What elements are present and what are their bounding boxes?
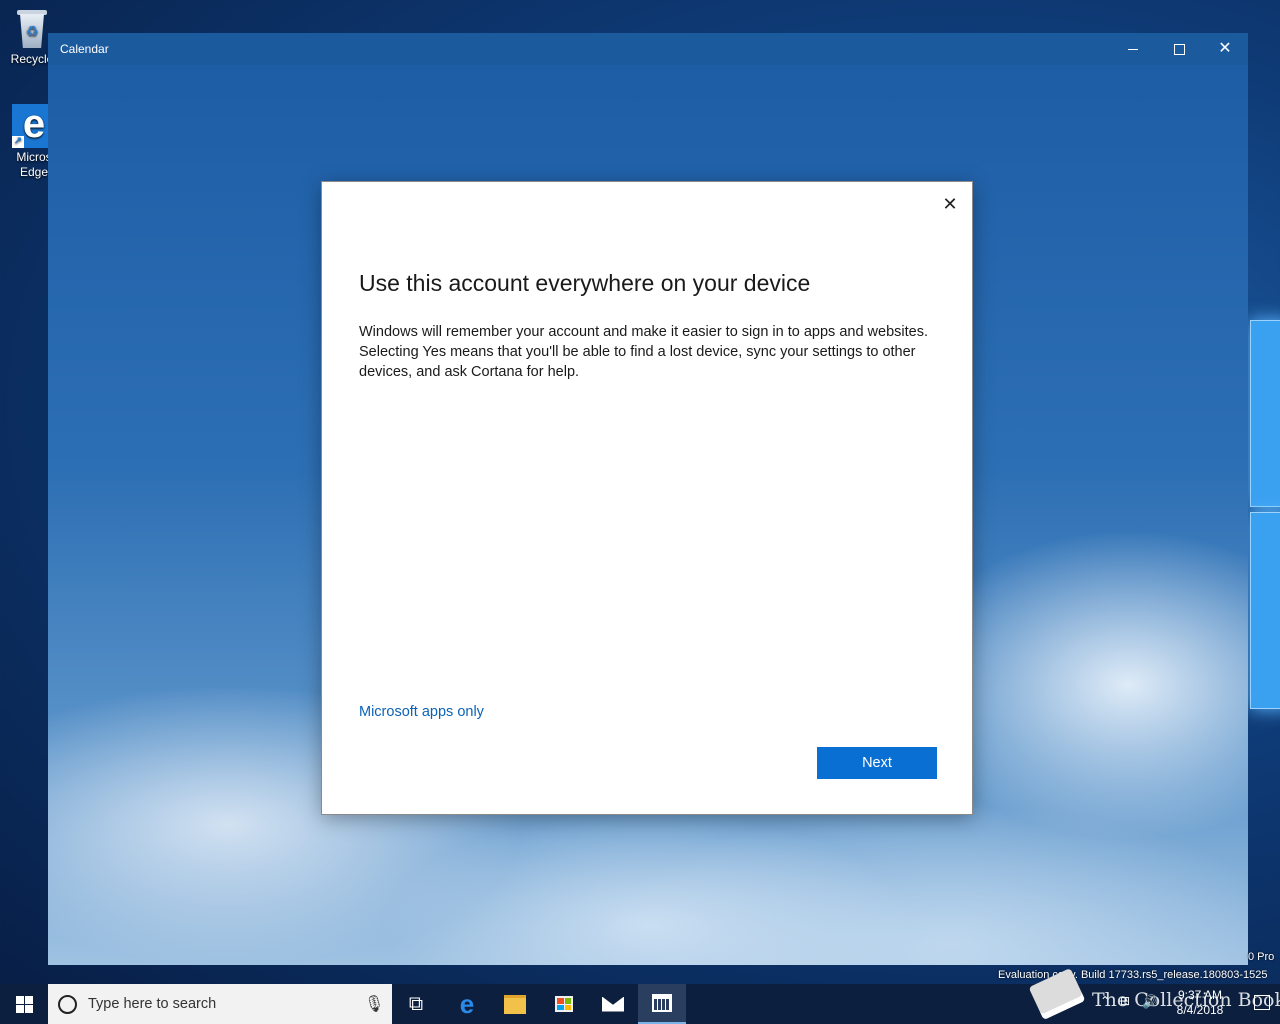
folder-icon [504,994,526,1014]
dialog-title: Use this account everywhere on your devi… [359,270,811,296]
search-placeholder: Type here to search [88,996,217,1012]
edition-watermark: 0 Pro [1248,951,1275,963]
close-icon: ✕ [942,193,958,214]
task-view-button[interactable]: ⧉ [392,984,440,1024]
system-tray: The Collection Book ⌃ ⊞ 🔊 9:37 AM 8/4/20… [1028,967,1280,1024]
maximize-icon [1173,43,1185,55]
taskbar: Type here to search 🎙 ⧉ e The Collection… [0,967,1280,1024]
close-window-button[interactable]: ✕ [1202,33,1248,65]
store-icon [555,996,573,1012]
taskbar-search-box[interactable]: Type here to search 🎙 [48,984,392,1024]
microphone-icon[interactable]: 🎙 [364,994,384,1014]
mail-icon [602,996,624,1012]
network-icon[interactable]: ⊞ [1120,994,1130,1008]
minimize-button[interactable] [1110,33,1156,65]
clock-date: 8/4/2018 [1176,1003,1224,1017]
cortana-icon [58,995,77,1014]
account-dialog: ✕ Use this account everywhere on your de… [322,182,972,814]
start-button[interactable] [0,984,48,1024]
dialog-body-text: Windows will remember your account and m… [359,324,928,380]
taskbar-clock[interactable]: 9:37 AM 8/4/2018 [1170,988,1230,1018]
clock-time: 9:37 AM [1177,988,1223,1002]
next-button[interactable]: Next [817,747,937,779]
maximize-button[interactable] [1156,33,1202,65]
task-view-icon: ⧉ [408,992,424,1015]
microsoft-apps-only-link[interactable]: Microsoft apps only [359,704,484,720]
close-icon: ✕ [1218,40,1232,57]
taskbar-edge-button[interactable]: e [443,984,491,1024]
windows-logo-wallpaper [1248,320,1280,710]
build-watermark: Evaluation copy. Build 17733.rs5_release… [998,969,1268,981]
taskbar-file-explorer-button[interactable] [491,984,539,1024]
taskbar-calendar-button[interactable] [638,984,686,1024]
dialog-close-button[interactable]: ✕ [936,190,964,218]
recycle-bin-icon: ♻ [14,6,50,50]
action-center-icon[interactable] [1254,995,1270,1010]
calendar-icon [652,994,672,1012]
taskbar-mail-button[interactable] [589,984,637,1024]
edge-icon: e [459,988,475,1019]
window-titlebar[interactable]: Calendar ✕ [48,33,1248,65]
volume-icon[interactable]: 🔊 [1142,994,1158,1010]
taskbar-store-button[interactable] [540,984,588,1024]
minimize-icon [1128,48,1138,50]
window-title: Calendar [60,42,109,56]
chevron-up-icon[interactable]: ⌃ [1100,994,1110,1008]
windows-start-icon [15,995,33,1013]
